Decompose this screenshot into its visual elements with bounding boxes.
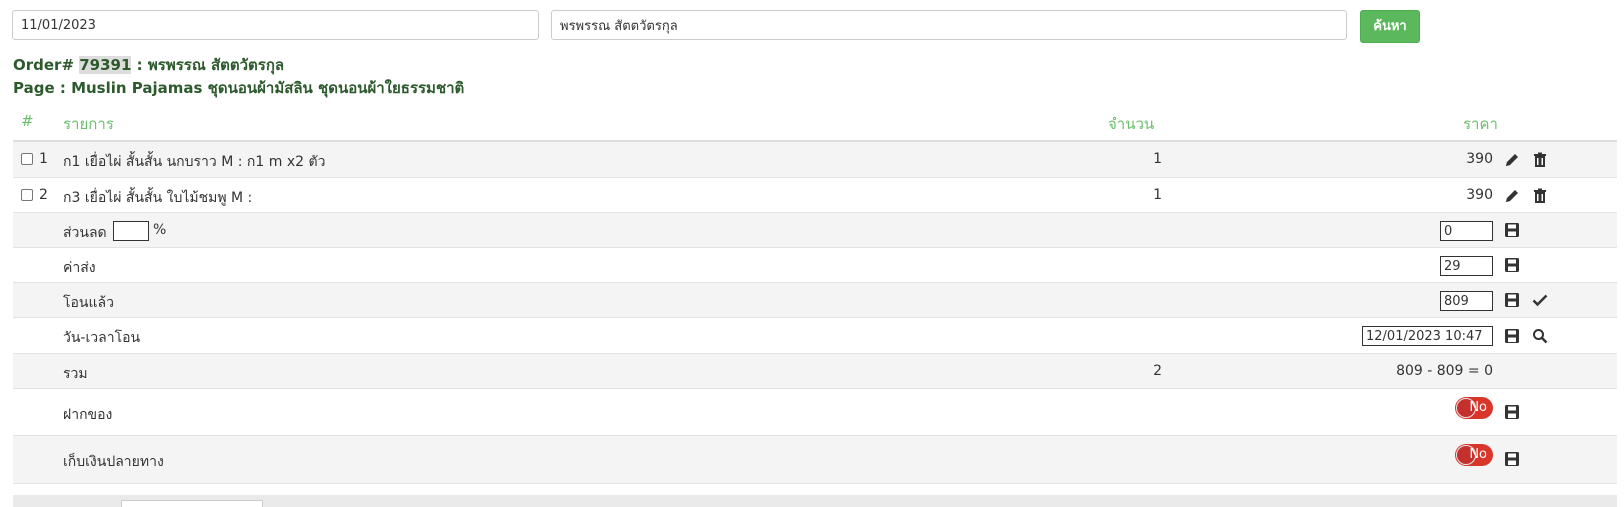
item-qty: 1 bbox=[1153, 187, 1162, 203]
item-index: 2 bbox=[39, 187, 48, 203]
pencil-icon[interactable] bbox=[1504, 152, 1520, 168]
discount-row: ส่วนลด % bbox=[13, 213, 1617, 248]
search-bar: ค้นหา bbox=[0, 0, 1624, 50]
transferred-input[interactable] bbox=[1440, 291, 1493, 311]
table-header: # รายการ จำนวน ราคา bbox=[13, 104, 1617, 142]
trash-icon[interactable] bbox=[1532, 152, 1548, 168]
save-icon[interactable] bbox=[1504, 328, 1520, 344]
search-icon[interactable] bbox=[1532, 328, 1548, 344]
order-title: Order# 79391 : พรพรรณ สัตตวัตรกุล bbox=[13, 56, 285, 74]
page-title: Page : Muslin Pajamas ชุดนอนผ้ามัสลิน ชุ… bbox=[13, 79, 465, 97]
header-qty: จำนวน bbox=[1108, 115, 1155, 133]
total-row: รวม 2 809 - 809 = 0 bbox=[13, 354, 1617, 389]
search-button[interactable]: ค้นหา bbox=[1360, 10, 1420, 43]
item-qty: 1 bbox=[1153, 151, 1162, 167]
discount-label: ส่วนลด bbox=[63, 225, 107, 241]
header-item: รายการ bbox=[63, 115, 114, 133]
save-icon[interactable] bbox=[1504, 292, 1520, 308]
shipping-input[interactable] bbox=[1440, 256, 1493, 276]
transfer-time-row: วัน-เวลาโอน bbox=[13, 318, 1617, 354]
header-index: # bbox=[21, 112, 34, 130]
percent-sign: % bbox=[153, 222, 167, 238]
total-label: รวม bbox=[63, 366, 88, 382]
date-input[interactable] bbox=[12, 10, 539, 40]
customer-search-input[interactable] bbox=[551, 10, 1347, 40]
item-name: ก3 เยื่อไผ่ สั้นสั้น ใบไม้ชมพู M : bbox=[63, 190, 253, 206]
item-checkbox[interactable] bbox=[21, 153, 33, 165]
table-row: 2 ก3 เยื่อไผ่ สั้นสั้น ใบไม้ชมพู M : 1 3… bbox=[13, 178, 1617, 213]
header-price: ราคา bbox=[1463, 115, 1498, 133]
total-qty: 2 bbox=[1153, 363, 1162, 379]
item-price: 390 bbox=[1466, 187, 1493, 203]
item-checkbox[interactable] bbox=[21, 189, 33, 201]
cod-toggle[interactable]: No bbox=[1455, 444, 1493, 466]
discount-percent-input[interactable] bbox=[113, 221, 149, 241]
partial-input[interactable] bbox=[121, 500, 263, 507]
transferred-row: โอนแล้ว bbox=[13, 283, 1617, 318]
deposit-toggle[interactable]: No bbox=[1455, 397, 1493, 419]
item-name: ก1 เยื่อไผ่ สั้นสั้น นกบราว M : ก1 m x2 … bbox=[63, 154, 326, 170]
save-icon[interactable] bbox=[1504, 222, 1520, 238]
shipping-row: ค่าส่ง bbox=[13, 248, 1617, 283]
table-row: 1 ก1 เยื่อไผ่ สั้นสั้น นกบราว M : ก1 m x… bbox=[13, 142, 1617, 178]
cod-label: เก็บเงินปลายทาง bbox=[63, 454, 164, 470]
item-price: 390 bbox=[1466, 151, 1493, 167]
order-items-table: # รายการ จำนวน ราคา 1 ก1 เยื่อไผ่ สั้นสั… bbox=[13, 104, 1617, 484]
pencil-icon[interactable] bbox=[1504, 188, 1520, 204]
check-icon[interactable] bbox=[1532, 292, 1548, 308]
save-icon[interactable] bbox=[1504, 404, 1520, 420]
trash-icon[interactable] bbox=[1532, 188, 1548, 204]
save-icon[interactable] bbox=[1504, 451, 1520, 467]
cod-row: เก็บเงินปลายทาง No bbox=[13, 436, 1617, 484]
save-icon[interactable] bbox=[1504, 257, 1520, 273]
item-index: 1 bbox=[39, 151, 48, 167]
deposit-row: ฝากของ No bbox=[13, 389, 1617, 436]
discount-amount-input[interactable] bbox=[1440, 221, 1493, 241]
deposit-label: ฝากของ bbox=[63, 407, 113, 423]
transferred-label: โอนแล้ว bbox=[63, 295, 114, 311]
order-number: 79391 bbox=[79, 56, 132, 74]
total-summary: 809 - 809 = 0 bbox=[1396, 363, 1493, 379]
shipping-label: ค่าส่ง bbox=[63, 260, 96, 276]
transfer-time-label: วัน-เวลาโอน bbox=[63, 330, 141, 346]
transfer-time-input[interactable] bbox=[1362, 326, 1493, 346]
